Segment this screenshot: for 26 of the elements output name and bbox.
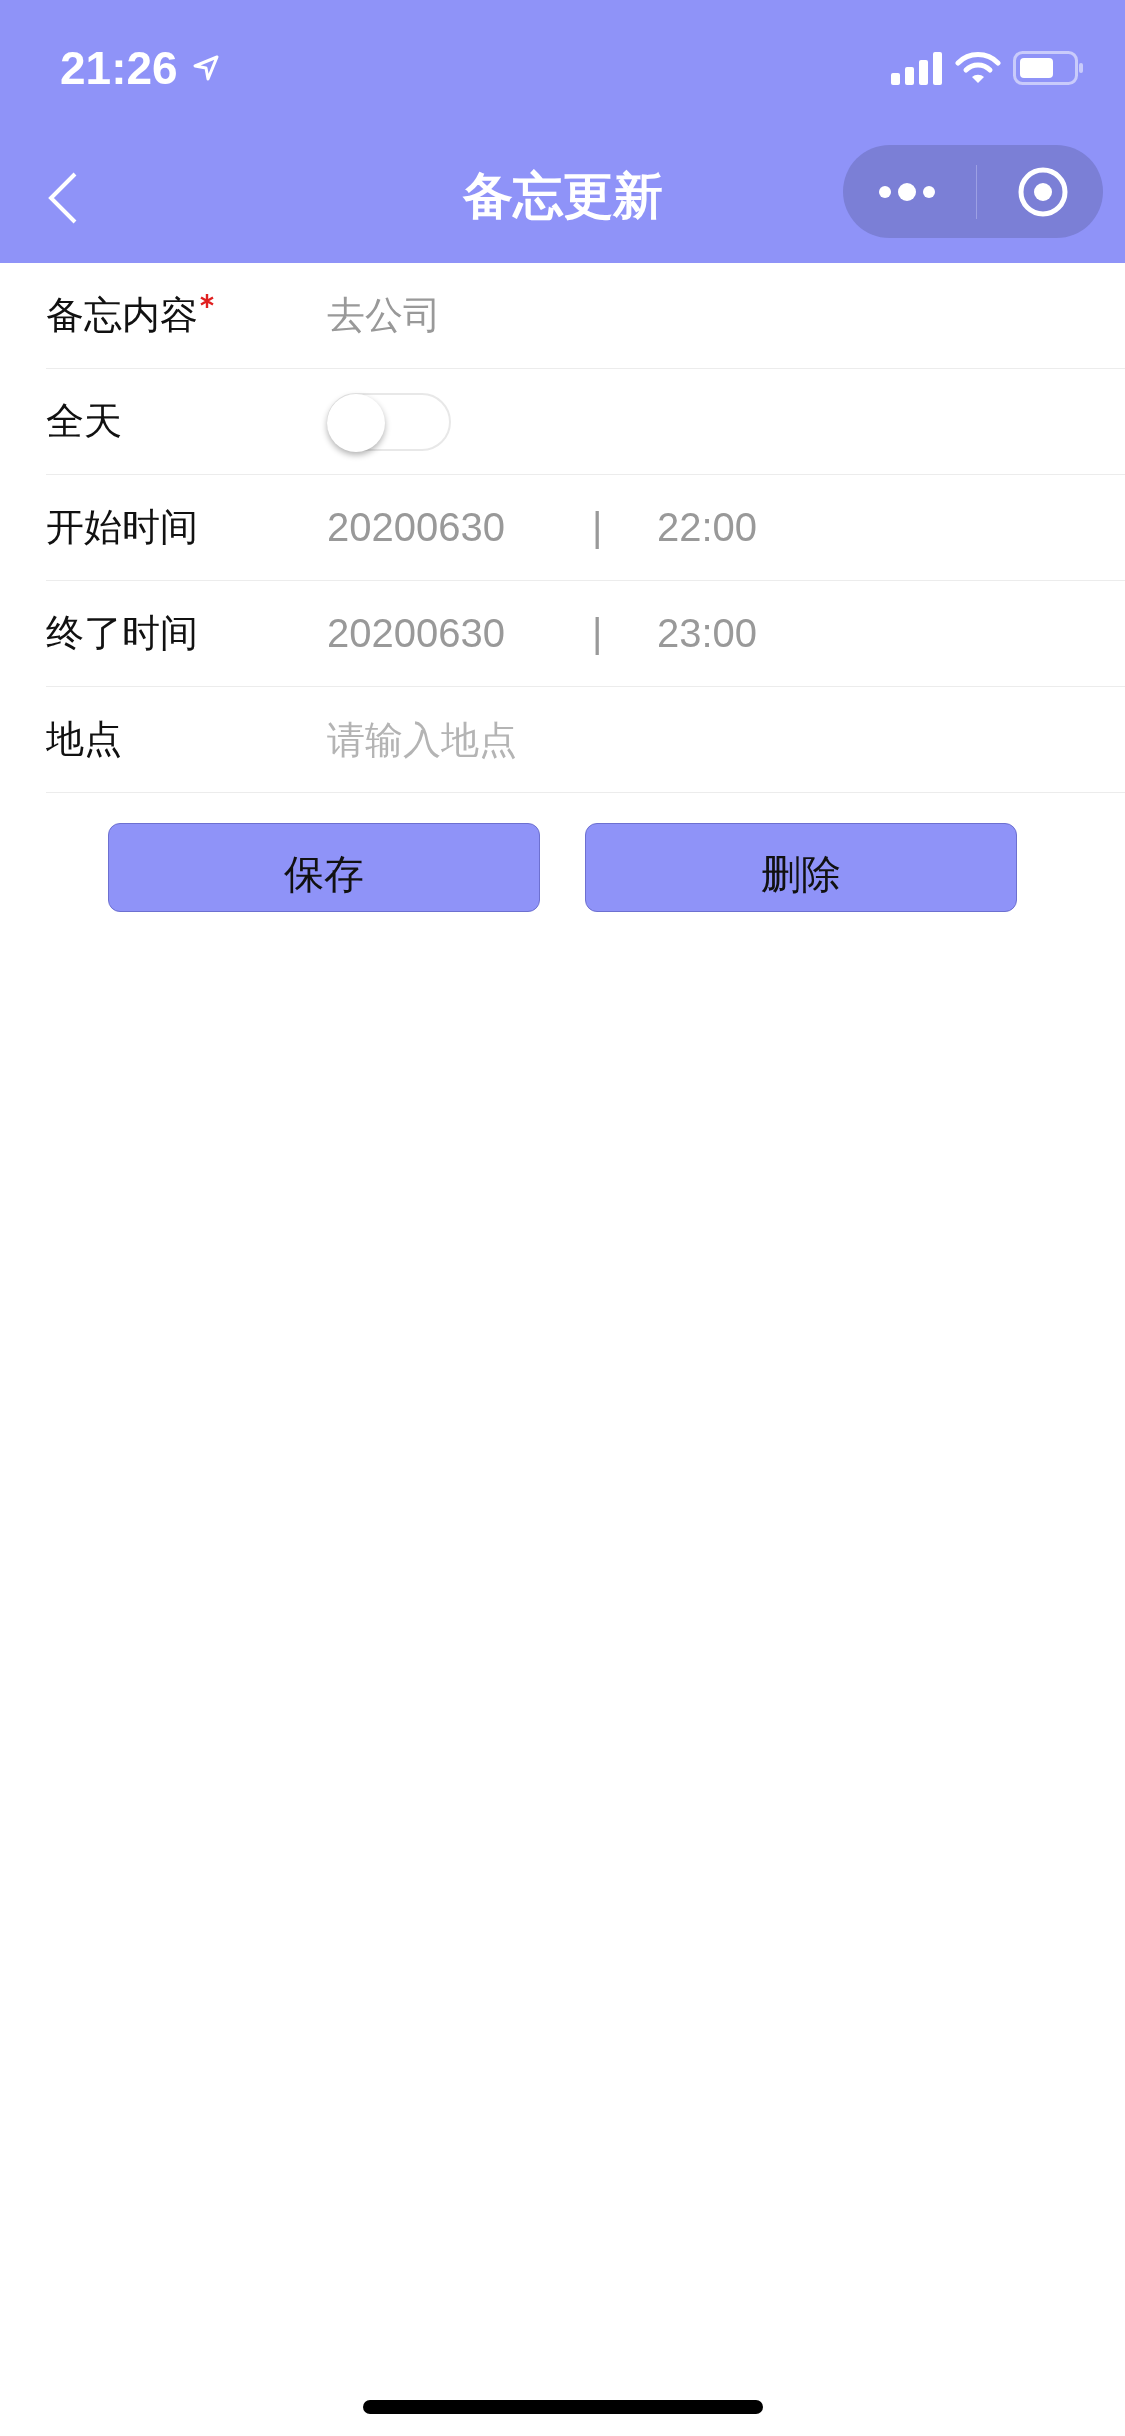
time-value[interactable]: 22:00 [657, 505, 758, 550]
location-arrow-icon [191, 54, 220, 82]
date-value[interactable]: 20200630 [327, 611, 592, 656]
input-field[interactable]: 请输入地点 [327, 717, 927, 762]
field-label: 备忘内容 [46, 292, 198, 339]
back-icon[interactable] [48, 172, 78, 224]
required-icon [200, 294, 214, 308]
battery-icon [1013, 51, 1085, 85]
delete-button[interactable]: 删除 [585, 823, 1017, 912]
close-icon[interactable] [1017, 165, 1070, 218]
field-label: 全天 [46, 398, 122, 445]
field-label: 地点 [46, 716, 122, 763]
separator: | [592, 611, 604, 656]
separator: | [592, 505, 604, 550]
signal-icon [891, 51, 943, 85]
date-value[interactable]: 20200630 [327, 505, 592, 550]
page-title: 备忘更新 [462, 166, 663, 227]
save-button[interactable]: 保存 [108, 823, 540, 912]
wifi-icon [955, 51, 1001, 85]
status-time: 21:26 [60, 41, 178, 95]
input-field[interactable]: 去公司 [327, 293, 927, 338]
time-value[interactable]: 23:00 [657, 611, 758, 656]
more-icon[interactable] [876, 181, 937, 202]
field-label: 开始时间 [46, 504, 198, 551]
field-label: 终了时间 [46, 610, 198, 657]
all-day-switch[interactable] [327, 392, 451, 451]
